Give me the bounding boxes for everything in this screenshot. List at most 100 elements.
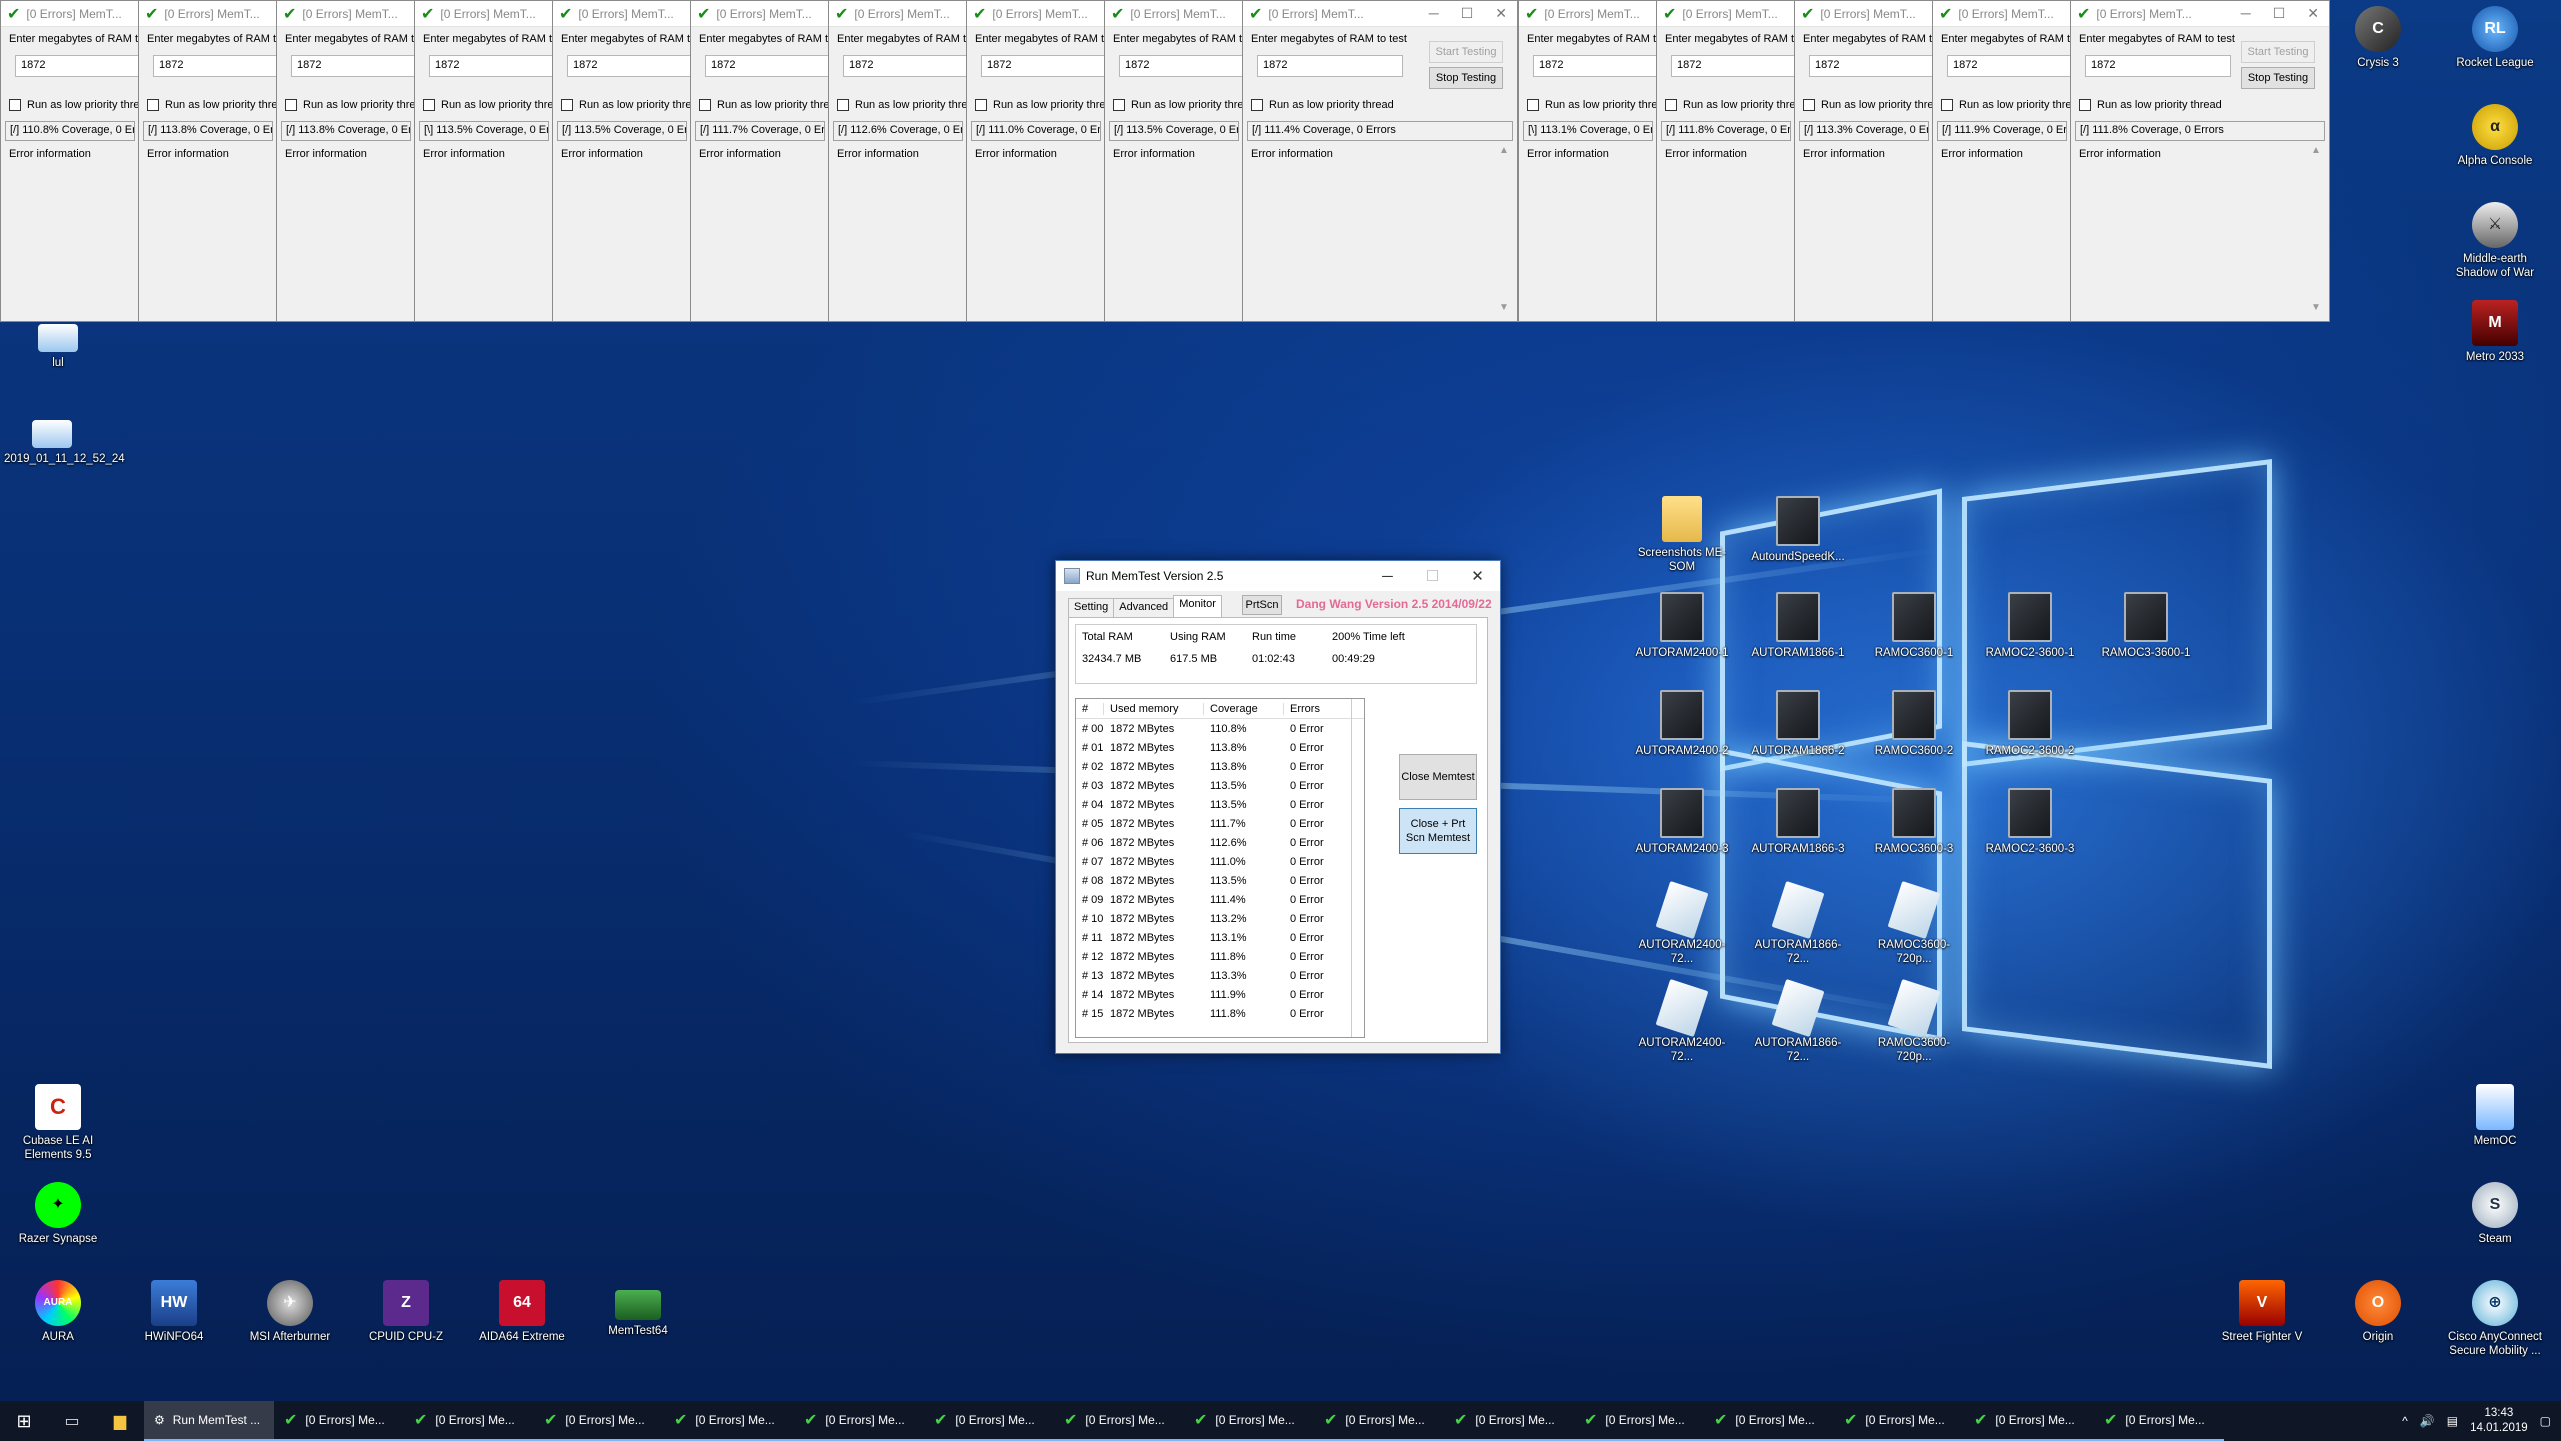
ram-input[interactable]: 1872 bbox=[567, 55, 691, 77]
desktop-file-icon[interactable]: RAMOC3600-3 bbox=[1866, 788, 1962, 856]
prtscn-button[interactable]: PrtScn bbox=[1242, 595, 1282, 615]
taskbar-item-memtest[interactable]: ✔ [0 Errors] Me... bbox=[664, 1401, 794, 1441]
taskbar-item-run-memtest[interactable]: ⚙ Run MemTest ... bbox=[144, 1401, 274, 1441]
scrollbar[interactable]: ▲ ▼ bbox=[1497, 145, 1511, 313]
taskbar-item-memtest[interactable]: ✔ [0 Errors] Me... bbox=[924, 1401, 1054, 1441]
low-priority-checkbox[interactable]: Run as low priority thread bbox=[1251, 99, 1394, 111]
desktop-file-icon[interactable]: AUTORAM2400-1 bbox=[1634, 592, 1730, 660]
low-priority-checkbox[interactable]: Run as low priority thread bbox=[1665, 99, 1795, 111]
ram-input[interactable]: 1872 bbox=[153, 55, 277, 77]
desktop-file-icon[interactable]: AUTORAM1866-3 bbox=[1750, 788, 1846, 856]
low-priority-checkbox[interactable]: Run as low priority thread bbox=[699, 99, 829, 111]
desktop-icon-razer[interactable]: ✦ Razer Synapse bbox=[10, 1182, 106, 1246]
desktop-icon-alpha-console[interactable]: α Alpha Console bbox=[2447, 104, 2543, 168]
task-view-icon[interactable]: ▭ bbox=[48, 1401, 96, 1441]
desktop-icon-metro[interactable]: M Metro 2033 bbox=[2447, 300, 2543, 364]
desktop-icon-cpuz[interactable]: Z CPUID CPU-Z bbox=[358, 1280, 454, 1344]
scrollbar[interactable]: ▲ ▼ bbox=[2309, 145, 2323, 313]
close-memtest-button[interactable]: Close Memtest bbox=[1399, 754, 1477, 800]
desktop-icon-aura[interactable]: AURA AURA bbox=[10, 1280, 106, 1344]
desktop-icon-rocket-league[interactable]: RL Rocket League bbox=[2447, 6, 2543, 70]
desktop-file-icon[interactable]: RAMOC2-3600-2 bbox=[1982, 690, 2078, 758]
low-priority-checkbox[interactable]: Run as low priority thread bbox=[975, 99, 1105, 111]
instance-titlebar[interactable]: ✔ [0 Errors] MemT... bbox=[553, 1, 691, 27]
stop-testing-button[interactable]: Stop Testing bbox=[2241, 67, 2315, 89]
instance-titlebar[interactable]: ✔ [0 Errors] MemT... bbox=[277, 1, 415, 27]
desktop-icon-aida64[interactable]: 64 AIDA64 Extreme bbox=[474, 1280, 570, 1344]
taskbar-item-memtest[interactable]: ✔ [0 Errors] Me... bbox=[1964, 1401, 2094, 1441]
desktop-file-icon[interactable]: RAMOC2-3600-1 bbox=[1982, 592, 2078, 660]
speaker-icon[interactable]: 🔊 bbox=[2420, 1414, 2435, 1428]
low-priority-checkbox[interactable]: Run as low priority thread bbox=[1113, 99, 1243, 111]
desktop-file-icon[interactable]: AUTORAM1866-1 bbox=[1750, 592, 1846, 660]
instance-titlebar[interactable]: ✔ [0 Errors] MemT... bbox=[691, 1, 829, 27]
ram-input[interactable]: 1872 bbox=[981, 55, 1105, 77]
file-explorer-icon[interactable]: ▆ bbox=[96, 1401, 144, 1441]
desktop-icon-lul[interactable]: lul bbox=[10, 316, 106, 370]
chevron-up-icon[interactable]: ^ bbox=[2402, 1414, 2408, 1428]
ram-input[interactable]: 1872 bbox=[1947, 55, 2071, 77]
ram-input[interactable]: 1872 bbox=[1119, 55, 1243, 77]
ram-input[interactable]: 1872 bbox=[291, 55, 415, 77]
instance-titlebar[interactable]: ✔ [0 Errors] MemT... bbox=[1519, 1, 1657, 27]
desktop-icon-msi-afterburner[interactable]: ✈ MSI Afterburner bbox=[242, 1280, 338, 1344]
desktop-icon-memtest64[interactable]: MemTest64 bbox=[590, 1280, 686, 1338]
desktop-file-icon[interactable]: AUTORAM2400-3 bbox=[1634, 788, 1730, 856]
desktop-file-icon[interactable]: AUTORAM1866-2 bbox=[1750, 690, 1846, 758]
taskbar-item-memtest[interactable]: ✔ [0 Errors] Me... bbox=[794, 1401, 924, 1441]
scroll-up-icon[interactable]: ▲ bbox=[2311, 145, 2321, 156]
taskbar-item-memtest[interactable]: ✔ [0 Errors] Me... bbox=[534, 1401, 664, 1441]
desktop-file-icon[interactable]: RAMOC2-3600-3 bbox=[1982, 788, 2078, 856]
desktop-file-icon[interactable]: RAMOC3600-1 bbox=[1866, 592, 1962, 660]
scroll-up-icon[interactable]: ▲ bbox=[1499, 145, 1509, 156]
low-priority-checkbox[interactable]: Run as low priority thread bbox=[1941, 99, 2071, 111]
stop-testing-button[interactable]: Stop Testing bbox=[1429, 67, 1503, 89]
taskbar-item-memtest[interactable]: ✔ [0 Errors] Me... bbox=[1314, 1401, 1444, 1441]
instance-titlebar[interactable]: ✔ [0 Errors] MemT... ─ ☐ ✕ bbox=[1243, 1, 1517, 27]
scroll-down-icon[interactable]: ▼ bbox=[2311, 302, 2321, 313]
minimize-icon[interactable]: ─ bbox=[1365, 561, 1410, 591]
instance-titlebar[interactable]: ✔ [0 Errors] MemT... ─ ☐ ✕ bbox=[2071, 1, 2329, 27]
instance-titlebar[interactable]: ✔ [0 Errors] MemT... bbox=[1657, 1, 1795, 27]
desktop-file-icon[interactable]: RAMOC3-3600-1 bbox=[2098, 592, 2194, 660]
taskbar-item-memtest[interactable]: ✔ [0 Errors] Me... bbox=[1704, 1401, 1834, 1441]
close-icon[interactable]: ✕ bbox=[1495, 5, 1507, 22]
desktop-file-icon[interactable]: AUTORAM2400-72... bbox=[1634, 880, 1730, 967]
desktop-icon-steam[interactable]: S Steam bbox=[2447, 1182, 2543, 1246]
taskbar-item-memtest[interactable]: ✔ [0 Errors] Me... bbox=[1184, 1401, 1314, 1441]
windows-start-icon[interactable]: ⊞ bbox=[0, 1401, 48, 1441]
ram-input[interactable]: 1872 bbox=[843, 55, 967, 77]
desktop-icon-middle-earth[interactable]: ⚔ Middle-earth Shadow of War bbox=[2447, 202, 2543, 281]
ram-input[interactable]: 1872 bbox=[1533, 55, 1657, 77]
ram-input[interactable]: 1872 bbox=[1257, 55, 1403, 77]
desktop-icon-cubase[interactable]: C Cubase LE AI Elements 9.5 bbox=[10, 1084, 106, 1163]
low-priority-checkbox[interactable]: Run as low priority thread bbox=[423, 99, 553, 111]
desktop-icon-autoundspeed[interactable]: AutoundSpeedK... bbox=[1750, 496, 1846, 564]
desktop-file-icon[interactable]: RAMOC3600-720p... bbox=[1866, 978, 1962, 1065]
taskbar-item-memtest[interactable]: ✔ [0 Errors] Me... bbox=[274, 1401, 404, 1441]
close-icon[interactable]: ✕ bbox=[1455, 561, 1500, 591]
instance-titlebar[interactable]: ✔ [0 Errors] MemT... bbox=[967, 1, 1105, 27]
notification-icon[interactable]: ▢ bbox=[2540, 1414, 2551, 1428]
ram-input[interactable]: 1872 bbox=[15, 55, 139, 77]
low-priority-checkbox[interactable]: Run as low priority thread bbox=[561, 99, 691, 111]
minimize-icon[interactable]: ─ bbox=[1429, 5, 1439, 22]
instance-titlebar[interactable]: ✔ [0 Errors] MemT... bbox=[1795, 1, 1933, 27]
desktop-icon-street-fighter[interactable]: V Street Fighter V bbox=[2214, 1280, 2310, 1344]
ram-input[interactable]: 1872 bbox=[2085, 55, 2231, 77]
desktop-file-icon[interactable]: RAMOC3600-720p... bbox=[1866, 880, 1962, 967]
ram-input[interactable]: 1872 bbox=[1671, 55, 1795, 77]
low-priority-checkbox[interactable]: Run as low priority thread bbox=[147, 99, 277, 111]
ram-input[interactable]: 1872 bbox=[1809, 55, 1933, 77]
desktop-file-icon[interactable]: AUTORAM1866-72... bbox=[1750, 978, 1846, 1065]
instance-titlebar[interactable]: ✔ [0 Errors] MemT... bbox=[1, 1, 139, 27]
desktop-icon-cisco[interactable]: ⊕ Cisco AnyConnect Secure Mobility ... bbox=[2447, 1280, 2543, 1359]
desktop-icon-crysis[interactable]: C Crysis 3 bbox=[2330, 6, 2426, 70]
instance-titlebar[interactable]: ✔ [0 Errors] MemT... bbox=[139, 1, 277, 27]
instance-titlebar[interactable]: ✔ [0 Errors] MemT... bbox=[415, 1, 553, 27]
maximize-icon[interactable]: ☐ bbox=[2273, 5, 2286, 22]
desktop-icon-hwinfo[interactable]: HW HWiNFO64 bbox=[126, 1280, 222, 1344]
ram-input[interactable]: 1872 bbox=[429, 55, 553, 77]
tab-setting[interactable]: Setting bbox=[1068, 598, 1115, 618]
desktop-icon-screenshot[interactable]: 2019_01_11_12_52_24 bbox=[4, 412, 125, 466]
